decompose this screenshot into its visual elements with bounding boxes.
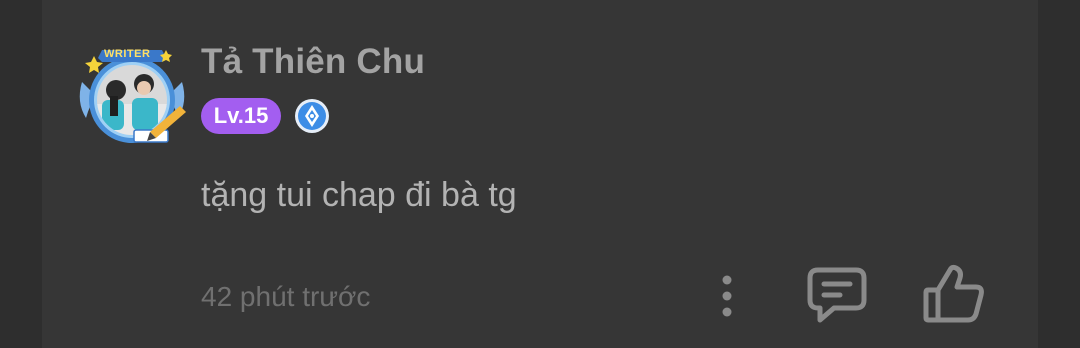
right-gutter: [1038, 0, 1080, 348]
reply-button[interactable]: [806, 266, 868, 326]
left-gutter: [0, 0, 42, 348]
thumbs-up-icon: [923, 264, 984, 323]
more-options-button[interactable]: [712, 274, 742, 318]
more-vertical-icon: [722, 275, 732, 317]
level-badge: Lv.15: [201, 98, 281, 134]
comment-text: tặng tui chap đi bà tg: [201, 176, 517, 214]
username[interactable]: Tả Thiên Chu: [201, 42, 425, 82]
comment-timestamp: 42 phút trước: [201, 281, 371, 312]
avatar-frame-label: WRITER: [104, 48, 151, 60]
reply-comment-icon: [807, 267, 867, 323]
like-button[interactable]: [922, 264, 986, 324]
avatar[interactable]: WRITER: [76, 44, 188, 148]
writer-pen-badge-icon: [294, 98, 330, 134]
comment-card: [42, 0, 1038, 348]
